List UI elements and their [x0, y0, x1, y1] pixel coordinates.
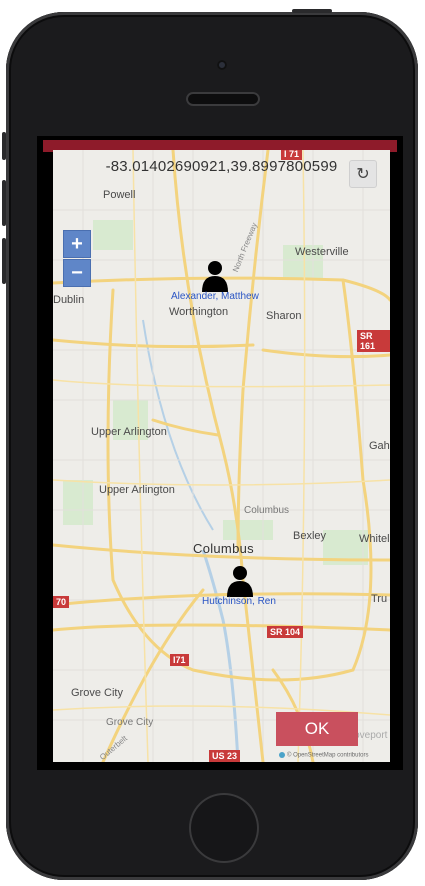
- speaker-grille: [186, 92, 260, 106]
- map-view[interactable]: -83.01402690921,39.8997800599 ↻ + − Powe…: [53, 150, 390, 762]
- refresh-icon: ↻: [356, 166, 370, 183]
- place-label-worthington: Worthington: [169, 306, 229, 318]
- info-icon: [279, 752, 285, 758]
- road-network: [53, 150, 390, 762]
- zoom-control: + −: [63, 230, 91, 287]
- highway-shield-i71: I71: [170, 654, 189, 666]
- place-label-powell: Powell: [103, 189, 136, 201]
- silent-switch: [2, 132, 6, 160]
- place-label-columbus-small: Columbus: [244, 505, 290, 516]
- place-label-upper-arlington: Upper Arlington: [91, 426, 167, 438]
- place-label-sharon: Sharon: [266, 310, 302, 322]
- place-label-gah: Gah: [369, 440, 390, 452]
- highway-shield-us23: US 23: [209, 750, 241, 762]
- place-label-grove-city-2: Grove City: [106, 717, 154, 728]
- person-marker-icon[interactable]: [200, 258, 230, 294]
- highway-shield-sr161: SR 161: [357, 330, 390, 352]
- place-label-grove-city: Grove City: [71, 687, 123, 699]
- attribution-text: © OpenStreetMap contributors: [287, 752, 369, 759]
- map-attribution: © OpenStreetMap contributors: [279, 752, 368, 759]
- zoom-out-button[interactable]: −: [63, 259, 91, 287]
- volume-up-button: [2, 180, 6, 226]
- zoom-in-button[interactable]: +: [63, 230, 91, 258]
- highway-shield-i70: 70: [53, 596, 70, 608]
- refresh-button[interactable]: ↻: [349, 160, 377, 188]
- place-label-whitel: Whitel: [359, 533, 390, 545]
- place-label-tru: Tru: [371, 593, 388, 605]
- place-label-dublin: Dublin: [53, 294, 85, 306]
- coordinate-readout: -83.01402690921,39.8997800599: [105, 158, 338, 175]
- person-label: Alexander, Matthew: [171, 291, 259, 302]
- highway-shield-i71-top: I 71: [281, 150, 303, 160]
- home-button[interactable]: [189, 793, 259, 863]
- highway-shield-sr104: SR 104: [267, 626, 304, 638]
- power-button: [292, 9, 332, 13]
- person-marker-icon[interactable]: [225, 563, 255, 599]
- ok-button[interactable]: OK: [276, 712, 358, 746]
- person-label: Hutchinson, Ren: [202, 596, 276, 607]
- place-label-columbus: Columbus: [193, 541, 254, 556]
- place-label-bexley: Bexley: [293, 530, 327, 542]
- place-label-upper-arlington-2: Upper Arlington: [99, 484, 175, 496]
- volume-down-button: [2, 238, 6, 284]
- camera-icon: [217, 60, 227, 70]
- place-label-westerville: Westerville: [295, 246, 349, 258]
